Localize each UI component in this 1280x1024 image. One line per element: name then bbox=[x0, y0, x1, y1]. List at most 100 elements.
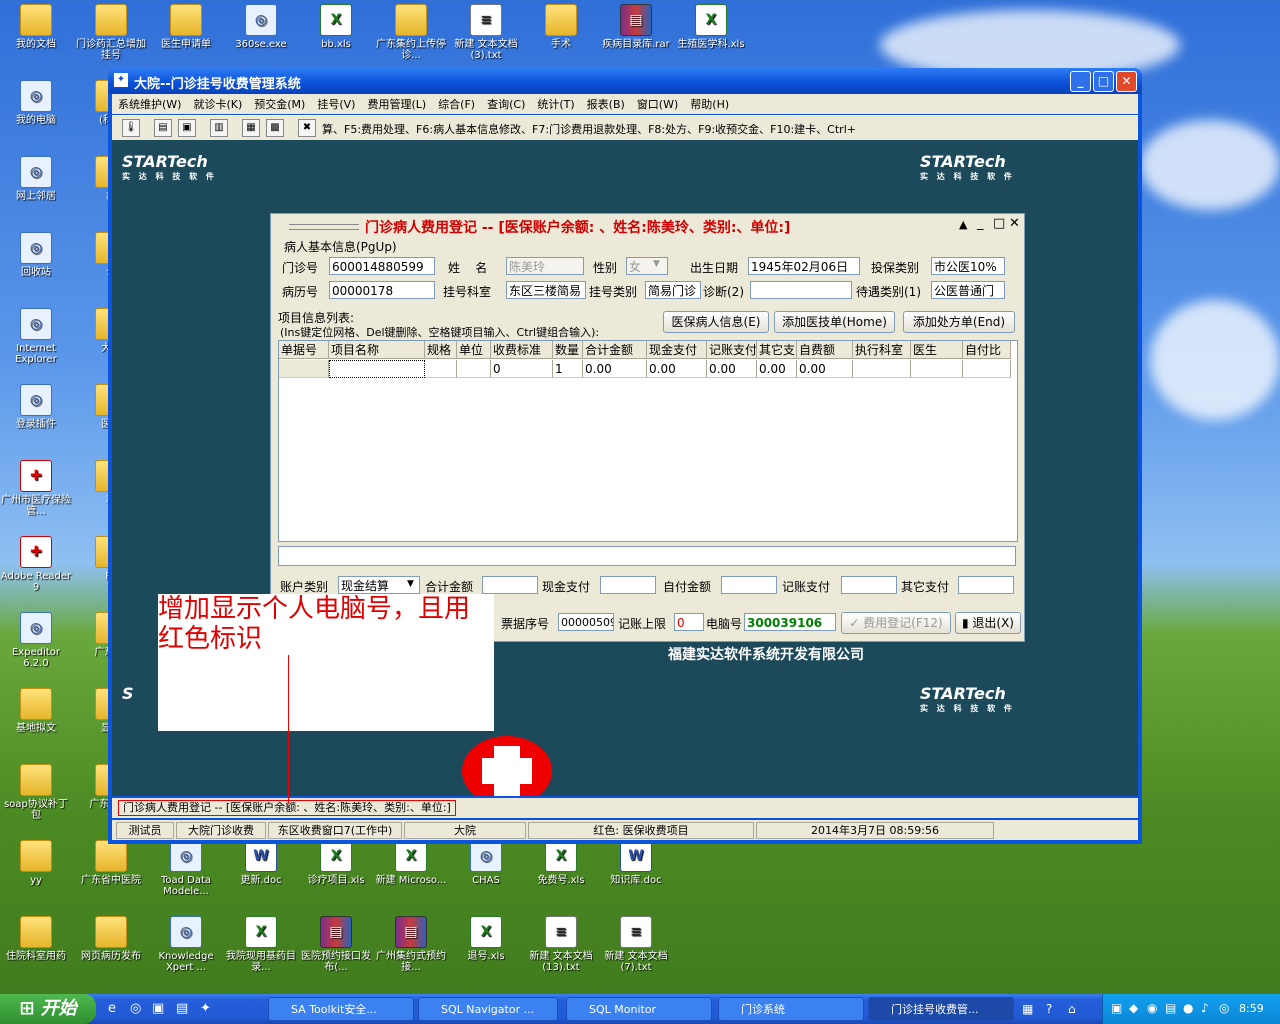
grid-cell[interactable] bbox=[853, 360, 911, 378]
grid-column-header[interactable]: 数量 bbox=[553, 341, 583, 359]
desktop-icon[interactable]: ◎ 360se.exe bbox=[225, 4, 297, 50]
desktop-icon[interactable]: X 诊疗项目.xls bbox=[300, 840, 372, 886]
monitor-icon[interactable]: ▤ bbox=[1165, 1001, 1176, 1015]
grid-cell[interactable] bbox=[279, 360, 329, 378]
grid-cell[interactable]: 1 bbox=[553, 360, 583, 378]
browser-icon[interactable]: ◎ bbox=[130, 1001, 141, 1016]
other-pay-input[interactable] bbox=[958, 576, 1014, 594]
grid-cell[interactable]: 0.00 bbox=[647, 360, 707, 378]
desktop-icon[interactable]: Xbb.xls bbox=[300, 4, 372, 50]
grid-cell[interactable]: 0 bbox=[491, 360, 553, 378]
task-sa-toolkit[interactable]: SA Toolkit安全... bbox=[268, 997, 414, 1021]
self-pay-input[interactable] bbox=[721, 576, 777, 594]
desktop-icon[interactable]: 网页病历发布 bbox=[75, 916, 147, 962]
desktop-icon[interactable]: X 新建 Microso... bbox=[375, 840, 447, 886]
grid-cell[interactable] bbox=[457, 360, 491, 378]
menu-item[interactable]: 就诊卡(K) bbox=[187, 94, 248, 114]
reg-type-input[interactable]: 简易门诊 bbox=[645, 281, 701, 299]
diagnosis-input[interactable] bbox=[750, 281, 852, 299]
grid-cell[interactable]: 0.00 bbox=[757, 360, 797, 378]
minimize-button[interactable]: _ bbox=[1070, 71, 1091, 92]
thermometer-icon[interactable]: 🌡 bbox=[122, 119, 140, 137]
close-button[interactable]: ✕ bbox=[1116, 71, 1137, 92]
desktop-icon[interactable]: ✚ 广州市医疗保险管... bbox=[0, 460, 72, 517]
account-pay-input[interactable] bbox=[841, 576, 897, 594]
desktop-icon[interactable]: X 免费号.xls bbox=[525, 840, 597, 886]
desktop-icon[interactable]: ≡ 新建 文本文档 (3).txt bbox=[450, 4, 522, 61]
items-grid[interactable]: 单据号 项目名称 规格 单位 收费标准 0 数量 1 合计金额 0.00 现金支付 0.00 记账支付 0… bbox=[278, 340, 1018, 542]
menu-item[interactable]: 挂号(V) bbox=[311, 94, 361, 114]
grid-column-header[interactable]: 其它支 bbox=[757, 341, 797, 359]
menu-item[interactable]: 预交金(M) bbox=[248, 94, 311, 114]
desktop-icon[interactable]: 医生申请单 bbox=[150, 4, 222, 50]
grid-column-header[interactable]: 项目名称 bbox=[329, 341, 425, 359]
add-tech-order-button[interactable]: 添加医技单(Home) bbox=[774, 311, 895, 333]
grid-column-header[interactable]: 自费额 bbox=[797, 341, 853, 359]
desktop-icon[interactable]: 住院科室用药 bbox=[0, 916, 72, 962]
status-icon[interactable]: ● bbox=[1183, 1001, 1193, 1015]
desktop-icon[interactable]: ▤ 广州集约式预约接... bbox=[375, 916, 447, 973]
tool-icon[interactable]: ✖ bbox=[298, 119, 316, 137]
exit-button[interactable]: ▮ 退出(X) bbox=[955, 612, 1021, 634]
tray-app-icon[interactable]: ◎ bbox=[1219, 1001, 1229, 1015]
grid-cell[interactable] bbox=[425, 360, 457, 378]
shield-icon[interactable]: ◆ bbox=[1129, 1001, 1138, 1015]
help-icon[interactable]: ? bbox=[1046, 1002, 1052, 1016]
card-icon[interactable]: ▤ bbox=[154, 119, 172, 137]
grid-cell[interactable] bbox=[911, 360, 963, 378]
add-prescription-button[interactable]: 添加处方单(End) bbox=[903, 311, 1015, 333]
desktop-icon[interactable]: X 退号.xls bbox=[450, 916, 522, 962]
desktop-icon[interactable]: ▤ 医院预约接口发布(... bbox=[300, 916, 372, 973]
desktop-icon[interactable]: 手术 bbox=[525, 4, 597, 50]
ie-icon[interactable]: e bbox=[108, 1001, 116, 1016]
grid-column-header[interactable]: 收费标准 bbox=[491, 341, 553, 359]
birth-input[interactable]: 1945年02月06日 bbox=[748, 257, 860, 275]
grid-cell[interactable]: 0.00 bbox=[583, 360, 647, 378]
outpatient-no-input[interactable]: 600014880599 bbox=[329, 257, 435, 275]
grid-cell[interactable]: 0.00 bbox=[707, 360, 757, 378]
desktop-icon[interactable]: ◎ Toad Data Modele... bbox=[150, 840, 222, 897]
grid-column-header[interactable]: 记账支付 bbox=[707, 341, 757, 359]
grid-icon[interactable]: ▩ bbox=[266, 119, 284, 137]
task-outpatient-fee[interactable]: 门诊挂号收费管... bbox=[868, 997, 1014, 1021]
grid-column-header[interactable]: 单据号 bbox=[279, 341, 329, 359]
menu-item[interactable]: 统计(T) bbox=[531, 94, 580, 114]
desktop-icon[interactable]: ◎ 网上邻居 bbox=[0, 156, 72, 202]
desktop-icon[interactable]: 我的文档 bbox=[0, 4, 72, 50]
desktop-icon[interactable]: ◎ 回收站 bbox=[0, 232, 72, 278]
insure-type-input[interactable]: 市公医10% bbox=[931, 257, 1005, 275]
desktop-icon[interactable]: 广东省中医院 bbox=[75, 840, 147, 886]
desktop-icon[interactable]: 门诊药汇总增加挂号 bbox=[75, 4, 147, 61]
menu-item[interactable]: 窗口(W) bbox=[631, 94, 684, 114]
limit-input[interactable]: 0 bbox=[674, 613, 704, 631]
desktop-icon[interactable]: 广东集约上传停诊... bbox=[375, 4, 447, 61]
desktop-icon[interactable]: ≡ 新建 文本文档 (7).txt bbox=[600, 916, 672, 973]
grid-column-header[interactable]: 单位 bbox=[457, 341, 491, 359]
ime-icon[interactable]: ⌂ bbox=[1068, 1002, 1076, 1016]
desktop-icon[interactable]: ◎ Knowledge Xpert ... bbox=[150, 916, 222, 973]
desktop-icon[interactable]: W 知识库.doc bbox=[600, 840, 672, 886]
gear-icon[interactable]: ✦ bbox=[200, 1001, 211, 1016]
desktop-icon[interactable]: ≡ 新建 文本文档 (13).txt bbox=[525, 916, 597, 973]
task-sql-monitor[interactable]: SQL Monitor bbox=[566, 997, 712, 1021]
desktop-icon[interactable]: ◎ Internet Explorer bbox=[0, 308, 72, 365]
grid-column-header[interactable]: 执行科室 bbox=[853, 341, 911, 359]
book-icon[interactable]: ▥ bbox=[210, 119, 228, 137]
minimize-button[interactable]: _ bbox=[977, 216, 984, 231]
grid-column-header[interactable]: 自付比 bbox=[963, 341, 1011, 359]
menu-item[interactable]: 系统维护(W) bbox=[112, 94, 187, 114]
calculator-icon[interactable]: ▦ bbox=[242, 119, 260, 137]
window-titlebar[interactable]: ✦ 大院--门诊挂号收费管理系统 _ □ ✕ bbox=[108, 68, 1142, 94]
desktop-icon[interactable]: X 我院现用基药目录... bbox=[225, 916, 297, 973]
menu-item[interactable]: 报表(B) bbox=[581, 94, 631, 114]
start-button[interactable]: ⊞ 开始 bbox=[0, 994, 96, 1024]
menu-item[interactable]: 费用管理(L) bbox=[361, 94, 432, 114]
record-no-input[interactable]: 00000178 bbox=[329, 281, 435, 299]
pc-no-input[interactable]: 300039106 bbox=[744, 613, 836, 631]
cash-pay-input[interactable] bbox=[600, 576, 656, 594]
menu-item[interactable]: 查询(C) bbox=[481, 94, 531, 114]
desktop-icon[interactable]: ◎ Expeditor 6.2.0 bbox=[0, 612, 72, 669]
register-icon[interactable]: ▣ bbox=[178, 119, 196, 137]
desktop-icon[interactable]: yy bbox=[0, 840, 72, 886]
grid-column-header[interactable]: 合计金额 bbox=[583, 341, 647, 359]
